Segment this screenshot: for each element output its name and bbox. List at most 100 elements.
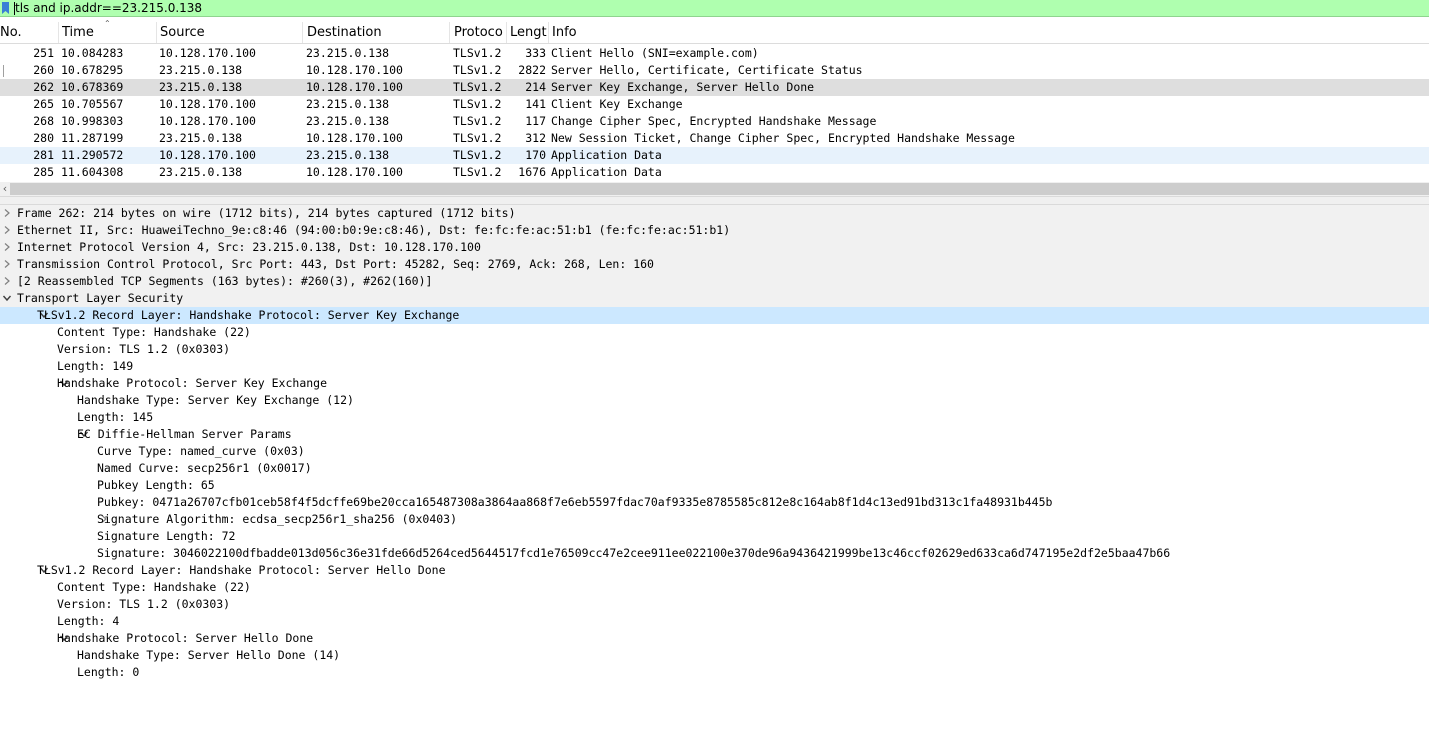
col-header-no[interactable]: No.: [0, 25, 58, 41]
col-header-source[interactable]: Source: [160, 25, 302, 41]
detail-tree-item[interactable]: Ethernet II, Src: HuaweiTechno_9e:c8:46 …: [0, 222, 1429, 239]
column-divider[interactable]: [506, 22, 507, 43]
detail-tree-item[interactable]: Content Type: Handshake (22): [0, 579, 1429, 596]
packet-destination: 10.128.170.100: [306, 63, 403, 77]
detail-tree-item[interactable]: Handshake Type: Server Hello Done (14): [0, 647, 1429, 664]
detail-field-text: EC Diffie-Hellman Server Params: [77, 427, 292, 441]
detail-tree-item[interactable]: Handshake Protocol: Server Key Exchange: [0, 375, 1429, 392]
packet-destination: 23.215.0.138: [306, 148, 390, 162]
column-divider[interactable]: [449, 22, 450, 43]
packet-list-hscrollbar[interactable]: ‹: [0, 182, 1429, 196]
packet-source: 10.128.170.100: [159, 114, 256, 128]
packet-length: 333: [525, 46, 546, 60]
packet-row[interactable]: 281 11.290572 10.128.170.100 23.215.0.138 TL…: [0, 147, 1429, 164]
packet-row[interactable]: 268 10.998303 10.128.170.100 23.215.0.138 TL…: [0, 113, 1429, 130]
detail-tree-item[interactable]: Length: 0: [0, 664, 1429, 681]
packet-source: 23.215.0.138: [159, 80, 243, 94]
detail-tree-item[interactable]: Pubkey: 0471a26707cfb01ceb58f4f5dcffe69b…: [0, 494, 1429, 511]
detail-tree-item[interactable]: TLSv1.2 Record Layer: Handshake Protocol…: [0, 307, 1429, 324]
detail-tree-item[interactable]: Internet Protocol Version 4, Src: 23.215…: [0, 239, 1429, 256]
detail-tree-item[interactable]: Transmission Control Protocol, Src Port:…: [0, 256, 1429, 273]
collapsed-arrow-icon[interactable]: [2, 259, 12, 269]
detail-field-text: Curve Type: named_curve (0x03): [97, 444, 305, 458]
col-header-length[interactable]: Lengt: [510, 25, 548, 41]
detail-field-text: Signature Length: 72: [97, 529, 236, 543]
column-divider[interactable]: [548, 22, 549, 43]
detail-tree-item[interactable]: Frame 262: 214 bytes on wire (1712 bits)…: [0, 205, 1429, 222]
scrollbar-thumb[interactable]: [10, 183, 1429, 195]
packet-destination: 23.215.0.138: [306, 46, 390, 60]
detail-tree-item[interactable]: Curve Type: named_curve (0x03): [0, 443, 1429, 460]
expanded-arrow-icon[interactable]: [2, 293, 12, 303]
packet-no: 262: [33, 80, 54, 94]
packet-destination: 23.215.0.138: [306, 114, 390, 128]
detail-tree-item[interactable]: Length: 4: [0, 613, 1429, 630]
detail-tree-item[interactable]: Handshake Type: Server Key Exchange (12): [0, 392, 1429, 409]
packet-no: 265: [33, 97, 54, 111]
col-header-info[interactable]: Info: [552, 25, 752, 41]
detail-field-text: Length: 4: [57, 614, 120, 628]
packet-row[interactable]: 265 10.705567 10.128.170.100 23.215.0.138 TL…: [0, 96, 1429, 113]
detail-tree-item[interactable]: Version: TLS 1.2 (0x0303): [0, 596, 1429, 613]
detail-tree-item[interactable]: Length: 145: [0, 409, 1429, 426]
packet-length: 170: [525, 148, 546, 162]
detail-tree-item[interactable]: Signature: 3046022100dfbadde013d056c36e3…: [0, 545, 1429, 562]
detail-tree-item[interactable]: Pubkey Length: 65: [0, 477, 1429, 494]
column-divider[interactable]: [302, 22, 303, 43]
packet-destination: 23.215.0.138: [306, 97, 390, 111]
detail-tree-item[interactable]: Handshake Protocol: Server Hello Done: [0, 630, 1429, 647]
detail-tree-item[interactable]: Content Type: Handshake (22): [0, 324, 1429, 341]
filter-input[interactable]: tls and ip.addr==23.215.0.138: [15, 1, 202, 15]
detail-tree-item[interactable]: [2 Reassembled TCP Segments (163 bytes):…: [0, 273, 1429, 290]
column-divider[interactable]: [156, 22, 157, 43]
packet-row[interactable]: 251 10.084283 10.128.170.100 23.215.0.138 TL…: [0, 45, 1429, 62]
detail-tree-item[interactable]: Transport Layer Security: [0, 290, 1429, 307]
packet-row[interactable]: 285 11.604308 23.215.0.138 10.128.170.100 TL…: [0, 164, 1429, 181]
bookmark-icon[interactable]: [1, 2, 10, 14]
detail-tree-item[interactable]: Signature Algorithm: ecdsa_secp256r1_sha…: [0, 511, 1429, 528]
detail-tree-item[interactable]: Version: TLS 1.2 (0x0303): [0, 341, 1429, 358]
detail-field-text: Version: TLS 1.2 (0x0303): [57, 597, 231, 611]
display-filter-bar[interactable]: tls and ip.addr==23.215.0.138: [0, 0, 1429, 17]
packet-length: 2822: [518, 63, 546, 77]
collapsed-arrow-icon[interactable]: [2, 208, 12, 218]
packet-row[interactable]: 260 10.678295 23.215.0.138 10.128.170.100 TL…: [0, 62, 1429, 79]
detail-tree-item[interactable]: Named Curve: secp256r1 (0x0017): [0, 460, 1429, 477]
detail-tree-item[interactable]: Signature Length: 72: [0, 528, 1429, 545]
packet-source: 23.215.0.138: [159, 63, 243, 77]
detail-field-text: Version: TLS 1.2 (0x0303): [57, 342, 231, 356]
packet-length: 1676: [518, 165, 546, 179]
detail-field-text: Pubkey: 0471a26707cfb01ceb58f4f5dcffe69b…: [97, 495, 1053, 509]
detail-tree-item[interactable]: EC Diffie-Hellman Server Params: [0, 426, 1429, 443]
detail-tree-item[interactable]: TLSv1.2 Record Layer: Handshake Protocol…: [0, 562, 1429, 579]
packet-time: 11.290572: [61, 148, 124, 162]
packet-protocol: TLSv1.2: [453, 80, 502, 94]
packet-time: 10.998303: [61, 114, 124, 128]
detail-field-text: Handshake Protocol: Server Key Exchange: [57, 376, 328, 390]
collapsed-arrow-icon[interactable]: [2, 225, 12, 235]
detail-field-text: Length: 149: [57, 359, 134, 373]
packet-source: 10.128.170.100: [159, 46, 256, 60]
packet-row[interactable]: 280 11.287199 23.215.0.138 10.128.170.100 TL…: [0, 130, 1429, 147]
detail-field-text: Content Type: Handshake (22): [57, 325, 251, 339]
detail-field-text: [2 Reassembled TCP Segments (163 bytes):…: [17, 274, 433, 288]
detail-field-text: Pubkey Length: 65: [97, 478, 215, 492]
packet-row[interactable]: 262 10.678369 23.215.0.138 10.128.170.100 TL…: [0, 79, 1429, 96]
collapsed-arrow-icon[interactable]: [2, 276, 12, 286]
col-header-destination[interactable]: Destination: [307, 25, 449, 41]
column-divider[interactable]: [58, 22, 59, 43]
col-header-protocol[interactable]: Protoco: [454, 25, 506, 41]
packet-source: 23.215.0.138: [159, 165, 243, 179]
scroll-left-icon[interactable]: ‹: [0, 182, 10, 196]
packet-protocol: TLSv1.2: [453, 63, 502, 77]
collapsed-arrow-icon[interactable]: [2, 242, 12, 252]
pane-splitter[interactable]: [0, 196, 1429, 205]
packet-info: New Session Ticket, Change Cipher Spec, …: [551, 131, 1015, 145]
detail-tree-item[interactable]: Length: 149: [0, 358, 1429, 375]
packet-time: 11.604308: [61, 165, 124, 179]
packet-info: Client Key Exchange: [551, 97, 683, 111]
detail-field-text: Handshake Protocol: Server Hello Done: [57, 631, 314, 645]
detail-field-text: Length: 145: [77, 410, 154, 424]
packet-destination: 10.128.170.100: [306, 80, 403, 94]
detail-field-text: Internet Protocol Version 4, Src: 23.215…: [17, 240, 481, 254]
